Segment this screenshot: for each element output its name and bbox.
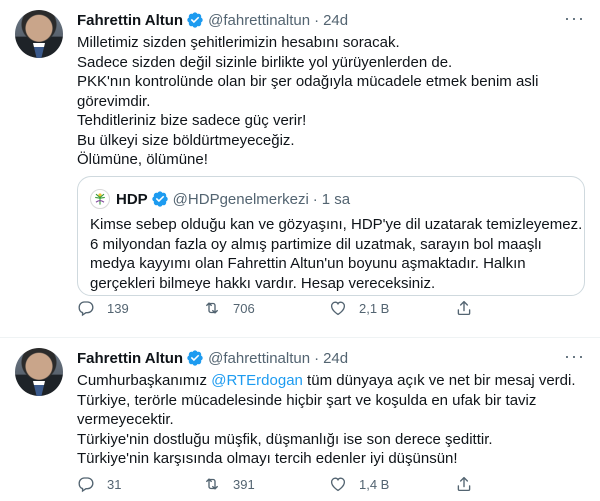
tweet-text-line: Türkiye'nin dostluğu müşfik, düşmanlığı … bbox=[77, 430, 493, 448]
tweet-text-line: Cumhurbaşkanımız @RTErdogan tüm dünyaya … bbox=[77, 371, 585, 391]
tweet-actions: 31 391 1,4 B bbox=[77, 475, 485, 493]
retweet-icon bbox=[206, 302, 218, 314]
tweet-text: Milletimiz sizden şehitlerimizin hesabın… bbox=[77, 33, 585, 170]
tweet-text-line: Tehditleriniz bize sadece güç verir! bbox=[77, 112, 307, 129]
author-handle[interactable]: @fahrettinaltun bbox=[208, 12, 310, 29]
tweet-text-line: Bu ülkeyi size böldürtmeyeceğiz. bbox=[77, 131, 295, 149]
verified-badge-icon bbox=[186, 349, 204, 367]
tweet-2[interactable]: Fahrettin Altun @fahrettinaltun · 24d ··… bbox=[0, 338, 600, 501]
tweet-1[interactable]: Fahrettin Altun @fahrettinaltun · 24d ··… bbox=[0, 0, 600, 338]
text-segment: Cumhurbaşkanımız bbox=[77, 372, 212, 389]
tweet-text-line: Türkiye'nin karşısında olmayı tercih ede… bbox=[77, 450, 458, 467]
tweet-content: Fahrettin Altun @fahrettinaltun · 24d ··… bbox=[77, 9, 585, 296]
mention-link[interactable]: @RTErdogan bbox=[211, 372, 303, 389]
reply-button[interactable]: 31 bbox=[77, 475, 203, 493]
share-icon bbox=[457, 476, 471, 492]
quoted-text-line: 6 milyondan fazla oy almış partimize dil… bbox=[90, 235, 542, 253]
share-button[interactable] bbox=[455, 299, 485, 317]
tweet-content: Fahrettin Altun @fahrettinaltun · 24d ··… bbox=[77, 347, 585, 469]
like-button[interactable]: 2,1 B bbox=[329, 299, 455, 317]
tweet-text-line: Türkiye, terörle mücadelesinde hiçbir şa… bbox=[77, 391, 537, 409]
retweet-button[interactable]: 706 bbox=[203, 299, 329, 317]
author-name[interactable]: Fahrettin Altun bbox=[77, 350, 183, 367]
tweet-text: Cumhurbaşkanımız @RTErdogan tüm dünyaya … bbox=[77, 371, 585, 469]
avatar[interactable] bbox=[15, 348, 63, 396]
tweet-actions: 139 706 2,1 B bbox=[77, 299, 485, 317]
retweet-icon bbox=[206, 478, 218, 490]
separator-dot: · bbox=[314, 349, 320, 367]
like-icon bbox=[330, 301, 346, 316]
tweet-text-line: Milletimiz sizden şehitlerimizin hesabın… bbox=[77, 34, 400, 51]
tweet-time[interactable]: 24d bbox=[323, 350, 348, 367]
share-button[interactable] bbox=[455, 475, 485, 493]
quoted-tweet-text: Kimse sebep olduğu kan ve gözyaşını, HDP… bbox=[90, 215, 583, 293]
separator-dot: · bbox=[314, 11, 320, 29]
author-handle[interactable]: @fahrettinaltun bbox=[208, 350, 310, 367]
verified-badge-icon bbox=[151, 190, 169, 208]
reply-count: 139 bbox=[107, 300, 129, 316]
tweet-text-line: vermeyecektir. bbox=[77, 411, 174, 428]
avatar[interactable] bbox=[15, 10, 63, 58]
hdp-logo-icon bbox=[90, 189, 110, 209]
quoted-tweet-time[interactable]: 1 sa bbox=[322, 191, 350, 208]
reply-icon bbox=[78, 301, 94, 317]
quoted-text-line: medya kayyımı olan Fahrettin Altun'un bo… bbox=[90, 255, 526, 272]
more-icon[interactable]: ··· bbox=[564, 347, 585, 365]
text-segment: tüm dünyaya açık ve net bir mesaj verdi. bbox=[302, 372, 576, 389]
reply-button[interactable]: 139 bbox=[77, 299, 203, 317]
tweet-text-line: Sadece sizden değil sizinle birlikte yol… bbox=[77, 53, 453, 71]
quoted-tweet-header: HDP @HDPgenelmerkezi · 1 sa bbox=[90, 189, 350, 209]
retweet-button[interactable]: 391 bbox=[203, 475, 329, 493]
tweet-time[interactable]: 24d bbox=[323, 12, 348, 29]
tweet-header: Fahrettin Altun @fahrettinaltun · 24d ··… bbox=[77, 9, 585, 30]
author-name[interactable]: Fahrettin Altun bbox=[77, 12, 183, 29]
share-icon bbox=[457, 300, 471, 316]
quoted-text-line: gerçekleri bilmeye hakkı vardır. Hesap v… bbox=[90, 274, 436, 292]
more-icon[interactable]: ··· bbox=[564, 9, 585, 27]
retweet-count: 391 bbox=[233, 476, 255, 492]
tweet-text-line: PKK'nın kontrolünde olan bir şer odağıyl… bbox=[77, 73, 539, 90]
like-button[interactable]: 1,4 B bbox=[329, 475, 455, 493]
like-icon bbox=[330, 477, 346, 492]
tweet-header: Fahrettin Altun @fahrettinaltun · 24d ··… bbox=[77, 347, 585, 368]
retweet-count: 706 bbox=[233, 300, 255, 316]
quoted-author-handle[interactable]: @HDPgenelmerkezi bbox=[173, 191, 309, 208]
verified-badge-icon bbox=[186, 11, 204, 29]
quoted-text-line: Kimse sebep olduğu kan ve gözyaşını, HDP… bbox=[90, 216, 583, 233]
tweet-text-line: görevimdir. bbox=[77, 92, 151, 110]
tweet-text-line: Ölümüne, ölümüne! bbox=[77, 151, 208, 168]
separator-dot: · bbox=[312, 190, 318, 208]
quoted-tweet[interactable]: HDP @HDPgenelmerkezi · 1 sa Kimse sebep … bbox=[77, 176, 585, 296]
reply-count: 31 bbox=[107, 476, 122, 492]
like-count: 1,4 B bbox=[359, 476, 390, 492]
like-count: 2,1 B bbox=[359, 300, 390, 316]
quoted-author-name[interactable]: HDP bbox=[116, 191, 148, 208]
reply-icon bbox=[78, 477, 94, 493]
